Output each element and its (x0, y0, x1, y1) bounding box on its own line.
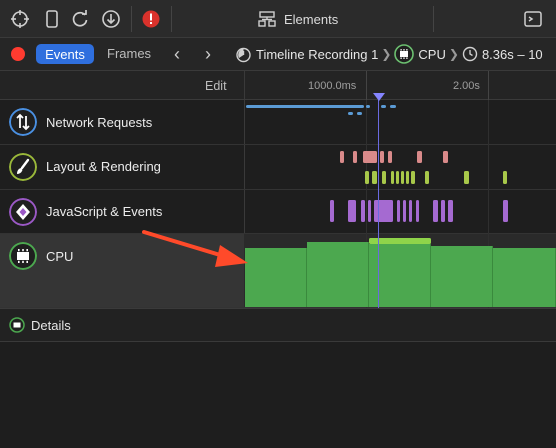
paint-event[interactable] (411, 171, 415, 184)
script-event[interactable] (348, 200, 356, 222)
network-request-bar[interactable] (390, 105, 396, 108)
details-section-header[interactable] (0, 308, 556, 342)
paint-event[interactable] (406, 171, 409, 184)
stopwatch-icon (236, 47, 251, 62)
breadcrumb-cpu[interactable]: CPU (418, 47, 445, 62)
events-toggle-button[interactable]: Events (36, 44, 94, 64)
paintbrush-icon (9, 153, 37, 181)
layout-event[interactable] (388, 151, 392, 163)
ruler-tick (366, 71, 367, 100)
row-label: Network Requests (0, 100, 244, 144)
script-event[interactable] (330, 200, 334, 222)
network-request-bar[interactable] (366, 105, 370, 108)
cpu-usage-bar[interactable] (493, 248, 556, 307)
paint-event[interactable] (503, 171, 507, 184)
ruler-tick-label: 1000.0ms (308, 80, 357, 92)
paint-event[interactable] (396, 171, 399, 184)
script-event[interactable] (448, 200, 453, 222)
toolbar-divider (131, 6, 132, 32)
paint-event[interactable] (372, 171, 377, 184)
console-icon[interactable] (523, 9, 543, 29)
timeline-row-layout[interactable]: Layout & Rendering (0, 145, 556, 190)
edit-button[interactable]: Edit (205, 79, 227, 93)
network-request-bar[interactable] (357, 112, 362, 115)
back-arrow-icon[interactable]: ‹ (174, 44, 180, 64)
cpu-usage-bar[interactable] (431, 246, 493, 307)
script-event[interactable] (503, 200, 508, 222)
red-arrow-icon (142, 230, 248, 267)
row-label-text: Layout & Rendering (46, 159, 161, 174)
network-request-bar[interactable] (246, 105, 364, 108)
script-event[interactable] (441, 200, 445, 222)
details-cpu-icon (9, 317, 25, 333)
record-icon[interactable] (11, 47, 25, 61)
network-request-bar[interactable] (348, 112, 353, 115)
download-icon[interactable] (101, 9, 121, 29)
script-event[interactable] (374, 200, 393, 222)
timeline-playhead[interactable] (378, 100, 379, 308)
script-event[interactable] (361, 200, 365, 222)
paint-event[interactable] (401, 171, 404, 184)
row-label: Layout & Rendering (0, 145, 244, 189)
script-event[interactable] (397, 200, 400, 222)
cpu-usage-bar[interactable] (245, 248, 307, 307)
script-icon (9, 198, 37, 226)
layout-event[interactable] (380, 151, 384, 163)
toolbar-divider (171, 6, 172, 32)
layout-event[interactable] (417, 151, 422, 163)
ruler-tick (488, 71, 489, 100)
reload-icon[interactable] (70, 9, 90, 29)
breadcrumb-separator: ❯ (381, 47, 392, 61)
paint-event[interactable] (391, 171, 394, 184)
error-icon[interactable] (141, 9, 161, 29)
script-event[interactable] (403, 200, 406, 222)
network-request-bar[interactable] (381, 105, 386, 108)
layout-event[interactable] (443, 151, 448, 163)
breadcrumb-recording[interactable]: Timeline Recording 1 (256, 47, 378, 62)
clock-icon (462, 46, 478, 62)
network-arrows-icon (9, 108, 37, 136)
script-event[interactable] (416, 200, 419, 222)
breadcrumb-time-range[interactable]: 8.36s – 10 (482, 47, 543, 62)
top-toolbar: Elements (0, 0, 556, 38)
toolbar-divider (433, 6, 434, 32)
tab-elements[interactable]: Elements (258, 9, 338, 29)
events-toggle-label: Events (45, 46, 85, 62)
script-event[interactable] (368, 200, 371, 222)
layout-event[interactable] (363, 151, 377, 163)
ruler-tick-label: 2.00s (453, 80, 480, 92)
paint-event[interactable] (365, 171, 369, 184)
playhead-handle[interactable] (373, 93, 385, 101)
layout-event[interactable] (353, 151, 357, 163)
tab-elements-label: Elements (284, 11, 339, 27)
cpu-icon (394, 44, 415, 64)
row-label-text: JavaScript & Events (46, 204, 163, 219)
paint-event[interactable] (464, 171, 469, 184)
forward-arrow-icon[interactable]: › (205, 44, 211, 64)
script-event[interactable] (433, 200, 438, 222)
elements-tab-icon (258, 11, 276, 27)
script-event[interactable] (409, 200, 412, 222)
row-label-text: CPU (46, 249, 74, 264)
breadcrumb-separator: ❯ (448, 47, 459, 61)
details-panel (0, 342, 556, 448)
details-label: Details (31, 318, 71, 333)
paint-event[interactable] (425, 171, 429, 184)
device-icon[interactable] (42, 9, 62, 29)
frames-toggle-button[interactable]: Frames (107, 46, 151, 61)
paint-event[interactable] (382, 171, 386, 184)
row-label-text: Network Requests (46, 115, 153, 130)
cpu-chip-icon (9, 242, 37, 270)
crosshair-icon[interactable] (10, 9, 30, 29)
breadcrumb: Timeline Recording 1 ❯ CPU ❯ 8.36s – 10 (235, 44, 543, 64)
layout-event[interactable] (340, 151, 344, 163)
timeline-row-javascript[interactable]: JavaScript & Events (0, 190, 556, 234)
cpu-usage-bar[interactable] (307, 242, 369, 307)
